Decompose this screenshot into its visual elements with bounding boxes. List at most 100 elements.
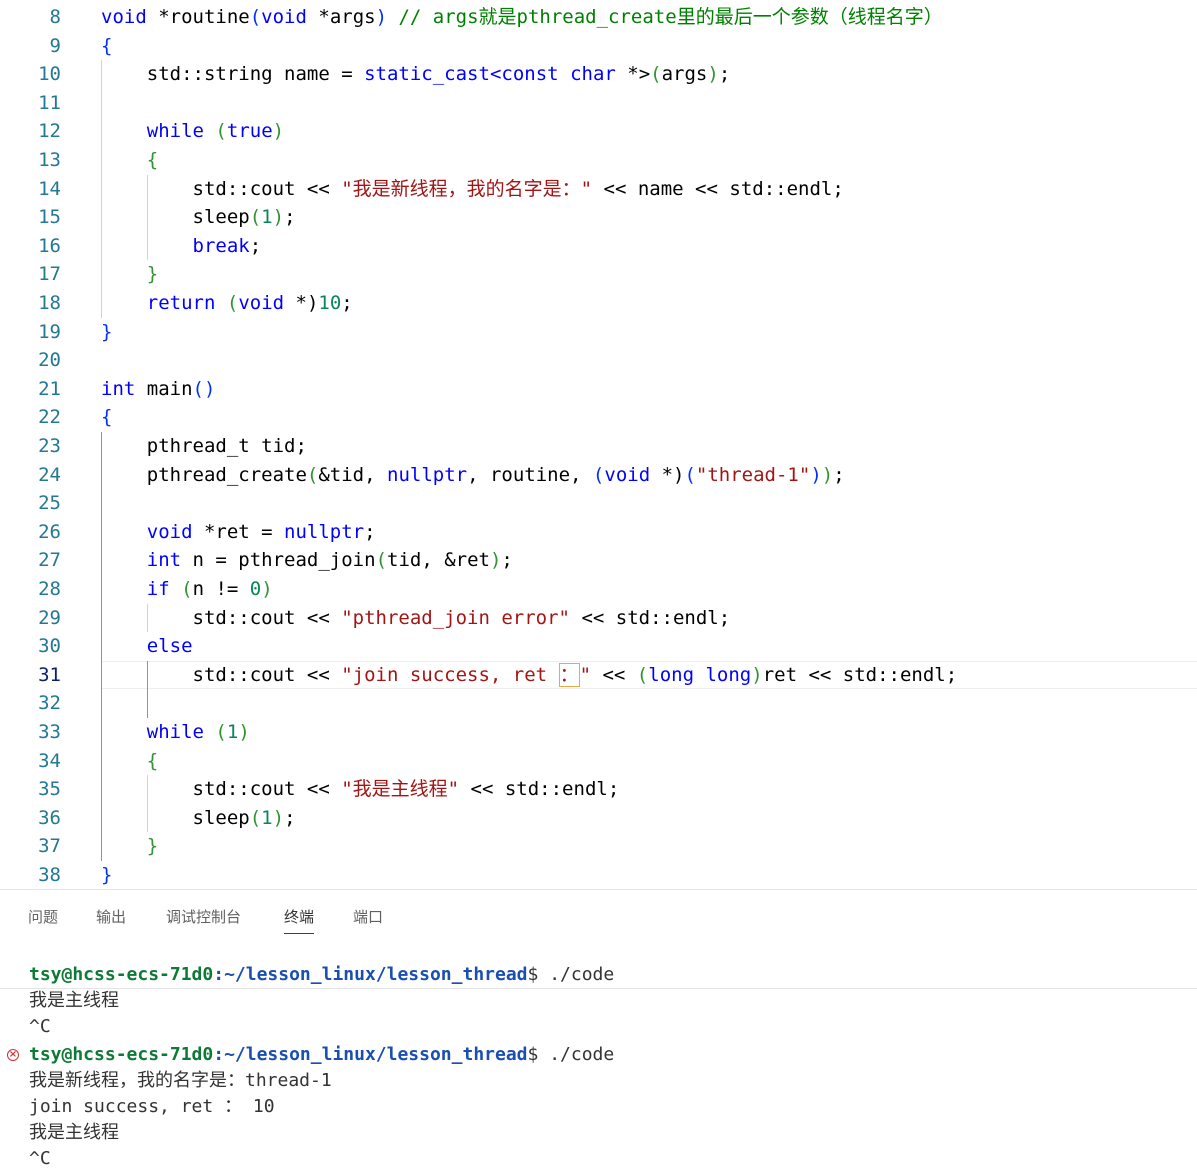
indent-guide [147, 660, 148, 718]
tab-1[interactable]: 输出 [96, 906, 126, 928]
line-number: 32 [38, 692, 61, 715]
terminal-output-line: join success, ret ： 10 [29, 1096, 275, 1117]
code-line[interactable]: 24 pthread_create(&tid, nullptr, routine… [0, 461, 1197, 490]
code-token: ( [181, 578, 193, 600]
code-token: while [146, 721, 204, 743]
code-line[interactable]: 37 } [0, 832, 1197, 861]
code-token: ( [306, 463, 319, 486]
terminal-command: ./code [549, 1044, 615, 1065]
indent-guide [147, 603, 148, 633]
code-line[interactable]: 27 int n = pthread_join(tid, &ret); [0, 546, 1197, 575]
code-token: *ret = [192, 520, 285, 543]
code-line[interactable]: 12 while (true) [0, 117, 1197, 146]
code-line[interactable]: 20 [0, 346, 1197, 375]
code-token: long [705, 663, 752, 686]
code-token: "thread-1" [695, 463, 811, 486]
terminal-output-line: 我是新线程，我的名字是：thread-1 [29, 1070, 332, 1091]
line-number: 13 [38, 149, 61, 171]
tab-0[interactable]: 问题 [28, 906, 58, 928]
tab-4[interactable]: 端口 [353, 906, 383, 928]
code-token: while [146, 120, 204, 143]
code-line[interactable]: 31 std::cout << "join success, ret ：" <<… [0, 660, 1197, 690]
tab-2[interactable]: 调试控制台 [166, 906, 241, 928]
panel-tabs: 问题 输出 调试控制台 终端 端口 [0, 890, 1197, 940]
code-token: ( [226, 292, 239, 314]
code-line[interactable]: 32 [0, 689, 1197, 718]
terminal-output-line: ^C [29, 1016, 51, 1037]
code-token: *args [306, 6, 376, 28]
prompt-user: tsy@hcss-ecs-71d0 [29, 964, 214, 985]
prompt-path: :~/lesson_linux/lesson_thread [213, 1044, 528, 1065]
code-token: void [238, 292, 285, 314]
code-line[interactable]: 38} [0, 861, 1197, 890]
code-line[interactable]: 21 int main() [0, 375, 1197, 404]
code-line[interactable]: 28 if (n != 0) [0, 575, 1197, 604]
code-text: } [101, 832, 158, 861]
code-text: std::cout << "我是新线程，我的名字是：" << name << s… [101, 175, 844, 204]
code-token: return [146, 292, 216, 314]
code-line[interactable]: 11 [0, 89, 1197, 118]
code-line[interactable]: 14 std::cout << "我是新线程，我的名字是：" << name <… [0, 175, 1197, 204]
line-number: 12 [38, 120, 61, 143]
code-line[interactable]: 9{ [0, 32, 1197, 61]
tab-3[interactable]: 终端 [284, 906, 315, 934]
terminal-prompt-line: tsy@hcss-ecs-71d0:~/lesson_linux/lesson_… [29, 1042, 614, 1068]
code-line[interactable]: 13 { [0, 146, 1197, 175]
code-line[interactable]: 33 while (1) [0, 718, 1197, 747]
code-line[interactable]: 22 { [0, 403, 1197, 432]
code-token: ) [375, 6, 388, 28]
code-token: ) [272, 806, 285, 829]
code-line[interactable]: 29 std::cout << "pthread_join error" << … [0, 604, 1197, 633]
error-circle-icon[interactable]: × [7, 1049, 19, 1061]
line-number: 11 [38, 91, 61, 114]
line-number: 25 [38, 492, 61, 515]
code-token: nullptr [284, 520, 365, 543]
code-line[interactable]: 15 sleep(1); [0, 203, 1197, 232]
code-token: ) [272, 206, 285, 229]
line-number: 21 [38, 377, 61, 400]
code-token: ; [284, 206, 296, 229]
code-line[interactable]: 10 std::string name = static_cast<const … [0, 60, 1197, 89]
code-token: pthread_create [101, 463, 307, 486]
code-token: ( [215, 721, 227, 743]
code-token: "我是新线程，我的名字是：" [341, 177, 593, 200]
code-text: { [101, 32, 112, 61]
code-token: , routine, [467, 463, 593, 486]
code-line[interactable]: 8 void *routine(void *args) // args就是pthr… [0, 3, 1197, 32]
code-line[interactable]: 25 [0, 489, 1197, 518]
line-number: 19 [38, 320, 61, 343]
code-token: break [192, 234, 250, 257]
code-editor[interactable]: 8 void *routine(void *args) // args就是pthr… [0, 0, 1197, 888]
code-line[interactable]: 17 } [0, 260, 1197, 289]
code-line[interactable]: 19} [0, 318, 1197, 347]
code-line[interactable]: 16 break; [0, 232, 1197, 261]
code-token: true [226, 120, 273, 143]
code-line[interactable]: 34 { [0, 747, 1197, 776]
code-token: ; [284, 806, 296, 829]
code-line[interactable]: 36 sleep(1); [0, 804, 1197, 833]
code-line[interactable]: 35 std::cout << "我是主线程" << std::endl; [0, 775, 1197, 804]
code-token: << [591, 663, 637, 686]
code-line[interactable]: 30 else [0, 632, 1197, 661]
code-token: { [146, 149, 159, 171]
code-token: } [146, 835, 159, 858]
code-token: ) [821, 463, 834, 486]
code-token: ( [249, 806, 262, 829]
code-token: char [570, 63, 616, 86]
cursor-selection: ： [558, 663, 580, 688]
code-token: *) [650, 463, 685, 486]
code-token: int [146, 549, 182, 572]
code-line[interactable]: 26 void *ret = nullptr; [0, 518, 1197, 547]
terminal-command: ./code [549, 964, 615, 985]
line-number: 26 [38, 520, 61, 543]
code-line[interactable]: 23 pthread_t tid; [0, 432, 1197, 461]
code-token: ) [261, 578, 273, 600]
code-line[interactable]: 18 return (void *)10; [0, 289, 1197, 318]
prompt-symbol: $ [527, 964, 550, 985]
code-token: 1 [261, 206, 273, 229]
